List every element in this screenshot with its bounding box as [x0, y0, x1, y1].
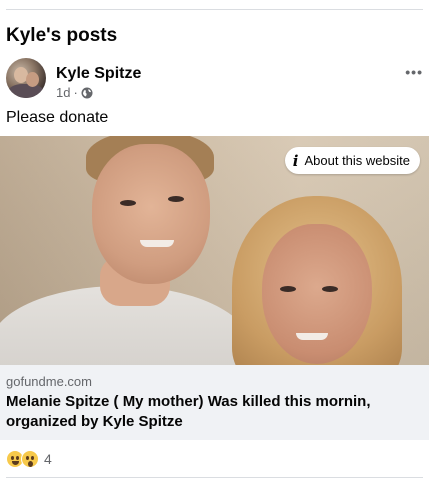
link-domain: gofundme.com: [6, 374, 92, 389]
reaction-count: 4: [44, 451, 52, 467]
more-options-icon[interactable]: •••: [405, 64, 423, 80]
meta-separator: ·: [73, 85, 78, 100]
post-text: Please donate: [6, 109, 109, 126]
link-preview-card[interactable]: i About this website gofundme.com Melani…: [0, 136, 429, 440]
bottom-divider: [6, 477, 423, 478]
link-title: Melanie Spitze ( My mother) Was killed t…: [6, 393, 371, 430]
author-name[interactable]: Kyle Spitze: [56, 65, 141, 83]
post-header: Kyle Spitze 1d · •••: [6, 58, 423, 102]
about-this-website-button[interactable]: i About this website: [284, 147, 420, 174]
about-this-website-label: About this website: [304, 153, 410, 168]
top-divider: [6, 9, 423, 10]
globe-icon: [81, 87, 93, 98]
info-icon: i: [292, 151, 299, 170]
reactions-summary[interactable]: 4: [6, 450, 52, 468]
wow-emoji-icon: [21, 450, 39, 468]
link-info[interactable]: gofundme.com Melanie Spitze ( My mother)…: [0, 365, 429, 440]
section-title: Kyle's posts: [6, 25, 118, 46]
avatar[interactable]: [6, 58, 46, 98]
post-meta: 1d ·: [56, 85, 93, 100]
post-time[interactable]: 1d: [56, 85, 70, 100]
link-preview-image[interactable]: i About this website: [0, 136, 429, 365]
